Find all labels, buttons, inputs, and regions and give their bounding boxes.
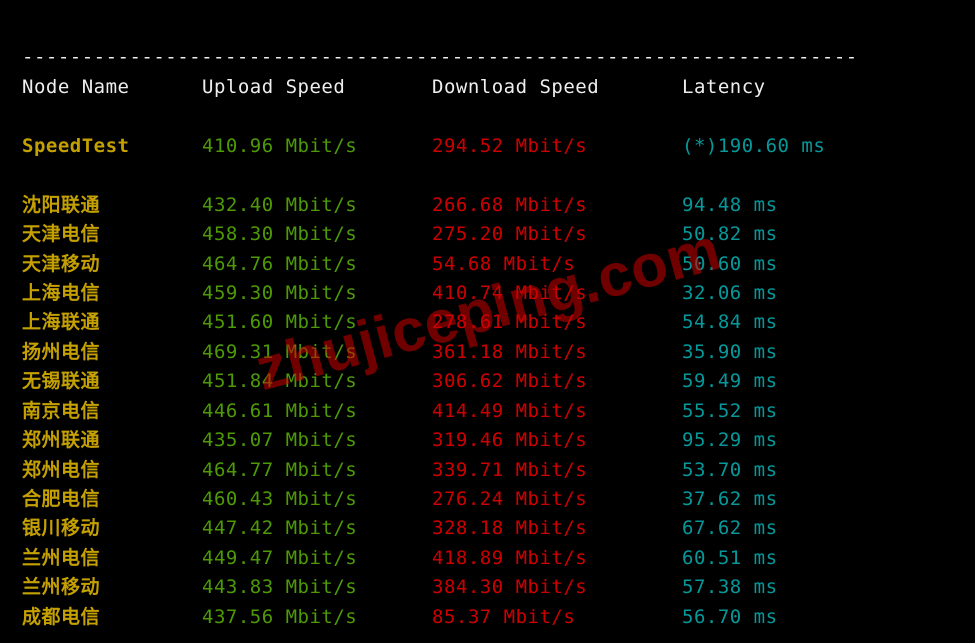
download-speed: 339.71 Mbit/s: [432, 456, 682, 485]
table-row: 郑州联通435.07 Mbit/s319.46 Mbit/s95.29 ms: [22, 426, 953, 455]
node-name: 天津移动: [22, 250, 202, 279]
download-speed: 278.61 Mbit/s: [432, 308, 682, 337]
upload-speed: 443.83 Mbit/s: [202, 573, 432, 602]
download-speed: 306.62 Mbit/s: [432, 367, 682, 396]
upload-speed: 459.30 Mbit/s: [202, 279, 432, 308]
latency-value: 95.29 ms: [682, 426, 778, 455]
latency-value: 53.70 ms: [682, 456, 778, 485]
upload-speed: 432.40 Mbit/s: [202, 191, 432, 220]
latency-value: 59.49 ms: [682, 367, 778, 396]
header-download: Download Speed: [432, 73, 682, 102]
upload-speed: 460.43 Mbit/s: [202, 485, 432, 514]
node-name: 郑州电信: [22, 456, 202, 485]
speedtest-row: SpeedTest410.96 Mbit/s294.52 Mbit/s(*)19…: [22, 132, 953, 161]
upload-speed: 464.77 Mbit/s: [202, 456, 432, 485]
download-speed: 410.74 Mbit/s: [432, 279, 682, 308]
table-row: 天津移动464.76 Mbit/s54.68 Mbit/s50.60 ms: [22, 250, 953, 279]
latency-value: 56.70 ms: [682, 603, 778, 632]
node-name: 银川移动: [22, 514, 202, 543]
upload-speed: 437.56 Mbit/s: [202, 603, 432, 632]
header-upload: Upload Speed: [202, 73, 432, 102]
node-name: 无锡联通: [22, 367, 202, 396]
upload-speed: 464.76 Mbit/s: [202, 250, 432, 279]
table-row: 上海电信459.30 Mbit/s410.74 Mbit/s32.06 ms: [22, 279, 953, 308]
download-speed: 266.68 Mbit/s: [432, 191, 682, 220]
latency-value: 32.06 ms: [682, 279, 778, 308]
node-name: 成都电信: [22, 603, 202, 632]
download-speed: 418.89 Mbit/s: [432, 544, 682, 573]
table-row: 合肥电信460.43 Mbit/s276.24 Mbit/s37.62 ms: [22, 485, 953, 514]
header-node: Node Name: [22, 73, 202, 102]
download-speed: 384.30 Mbit/s: [432, 573, 682, 602]
latency-value: 57.38 ms: [682, 573, 778, 602]
upload-speed: 469.31 Mbit/s: [202, 338, 432, 367]
node-rows: 沈阳联通432.40 Mbit/s266.68 Mbit/s94.48 ms天津…: [22, 191, 953, 633]
speedtest-latency: (*)190.60 ms: [682, 132, 825, 161]
table-row: 兰州移动443.83 Mbit/s384.30 Mbit/s57.38 ms: [22, 573, 953, 602]
latency-value: 50.82 ms: [682, 220, 778, 249]
download-speed: 275.20 Mbit/s: [432, 220, 682, 249]
speedtest-name: SpeedTest: [22, 132, 202, 161]
upload-speed: 458.30 Mbit/s: [202, 220, 432, 249]
node-name: 上海电信: [22, 279, 202, 308]
latency-value: 94.48 ms: [682, 191, 778, 220]
table-row: 成都电信437.56 Mbit/s85.37 Mbit/s56.70 ms: [22, 603, 953, 632]
table-row: 南京电信446.61 Mbit/s414.49 Mbit/s55.52 ms: [22, 397, 953, 426]
upload-speed: 451.60 Mbit/s: [202, 308, 432, 337]
node-name: 兰州电信: [22, 544, 202, 573]
speedtest-upload: 410.96 Mbit/s: [202, 132, 432, 161]
latency-value: 37.62 ms: [682, 485, 778, 514]
table-row: 银川移动447.42 Mbit/s328.18 Mbit/s67.62 ms: [22, 514, 953, 543]
node-name: 兰州移动: [22, 573, 202, 602]
upload-speed: 446.61 Mbit/s: [202, 397, 432, 426]
table-row: 无锡联通451.84 Mbit/s306.62 Mbit/s59.49 ms: [22, 367, 953, 396]
node-name: 扬州电信: [22, 338, 202, 367]
speedtest-download: 294.52 Mbit/s: [432, 132, 682, 161]
upload-speed: 435.07 Mbit/s: [202, 426, 432, 455]
table-row: 扬州电信469.31 Mbit/s361.18 Mbit/s35.90 ms: [22, 338, 953, 367]
download-speed: 361.18 Mbit/s: [432, 338, 682, 367]
upload-speed: 447.42 Mbit/s: [202, 514, 432, 543]
download-speed: 414.49 Mbit/s: [432, 397, 682, 426]
node-name: 上海联通: [22, 308, 202, 337]
download-speed: 54.68 Mbit/s: [432, 250, 682, 279]
download-speed: 319.46 Mbit/s: [432, 426, 682, 455]
table-row: 郑州电信464.77 Mbit/s339.71 Mbit/s53.70 ms: [22, 456, 953, 485]
download-speed: 276.24 Mbit/s: [432, 485, 682, 514]
latency-value: 35.90 ms: [682, 338, 778, 367]
node-name: 天津电信: [22, 220, 202, 249]
table-row: 兰州电信449.47 Mbit/s418.89 Mbit/s60.51 ms: [22, 544, 953, 573]
upload-speed: 449.47 Mbit/s: [202, 544, 432, 573]
table-row: 沈阳联通432.40 Mbit/s266.68 Mbit/s94.48 ms: [22, 191, 953, 220]
latency-value: 50.60 ms: [682, 250, 778, 279]
node-name: 合肥电信: [22, 485, 202, 514]
node-name: 南京电信: [22, 397, 202, 426]
node-name: 沈阳联通: [22, 191, 202, 220]
header-latency: Latency: [682, 73, 766, 102]
download-speed: 328.18 Mbit/s: [432, 514, 682, 543]
terminal-output: ----------------------------------------…: [0, 0, 975, 643]
divider-top: ----------------------------------------…: [22, 46, 858, 68]
latency-value: 54.84 ms: [682, 308, 778, 337]
download-speed: 85.37 Mbit/s: [432, 603, 682, 632]
latency-value: 55.52 ms: [682, 397, 778, 426]
table-row: 上海联通451.60 Mbit/s278.61 Mbit/s54.84 ms: [22, 308, 953, 337]
latency-value: 67.62 ms: [682, 514, 778, 543]
node-name: 郑州联通: [22, 426, 202, 455]
header-row: Node NameUpload SpeedDownload SpeedLaten…: [22, 73, 953, 102]
latency-value: 60.51 ms: [682, 544, 778, 573]
table-row: 天津电信458.30 Mbit/s275.20 Mbit/s50.82 ms: [22, 220, 953, 249]
upload-speed: 451.84 Mbit/s: [202, 367, 432, 396]
